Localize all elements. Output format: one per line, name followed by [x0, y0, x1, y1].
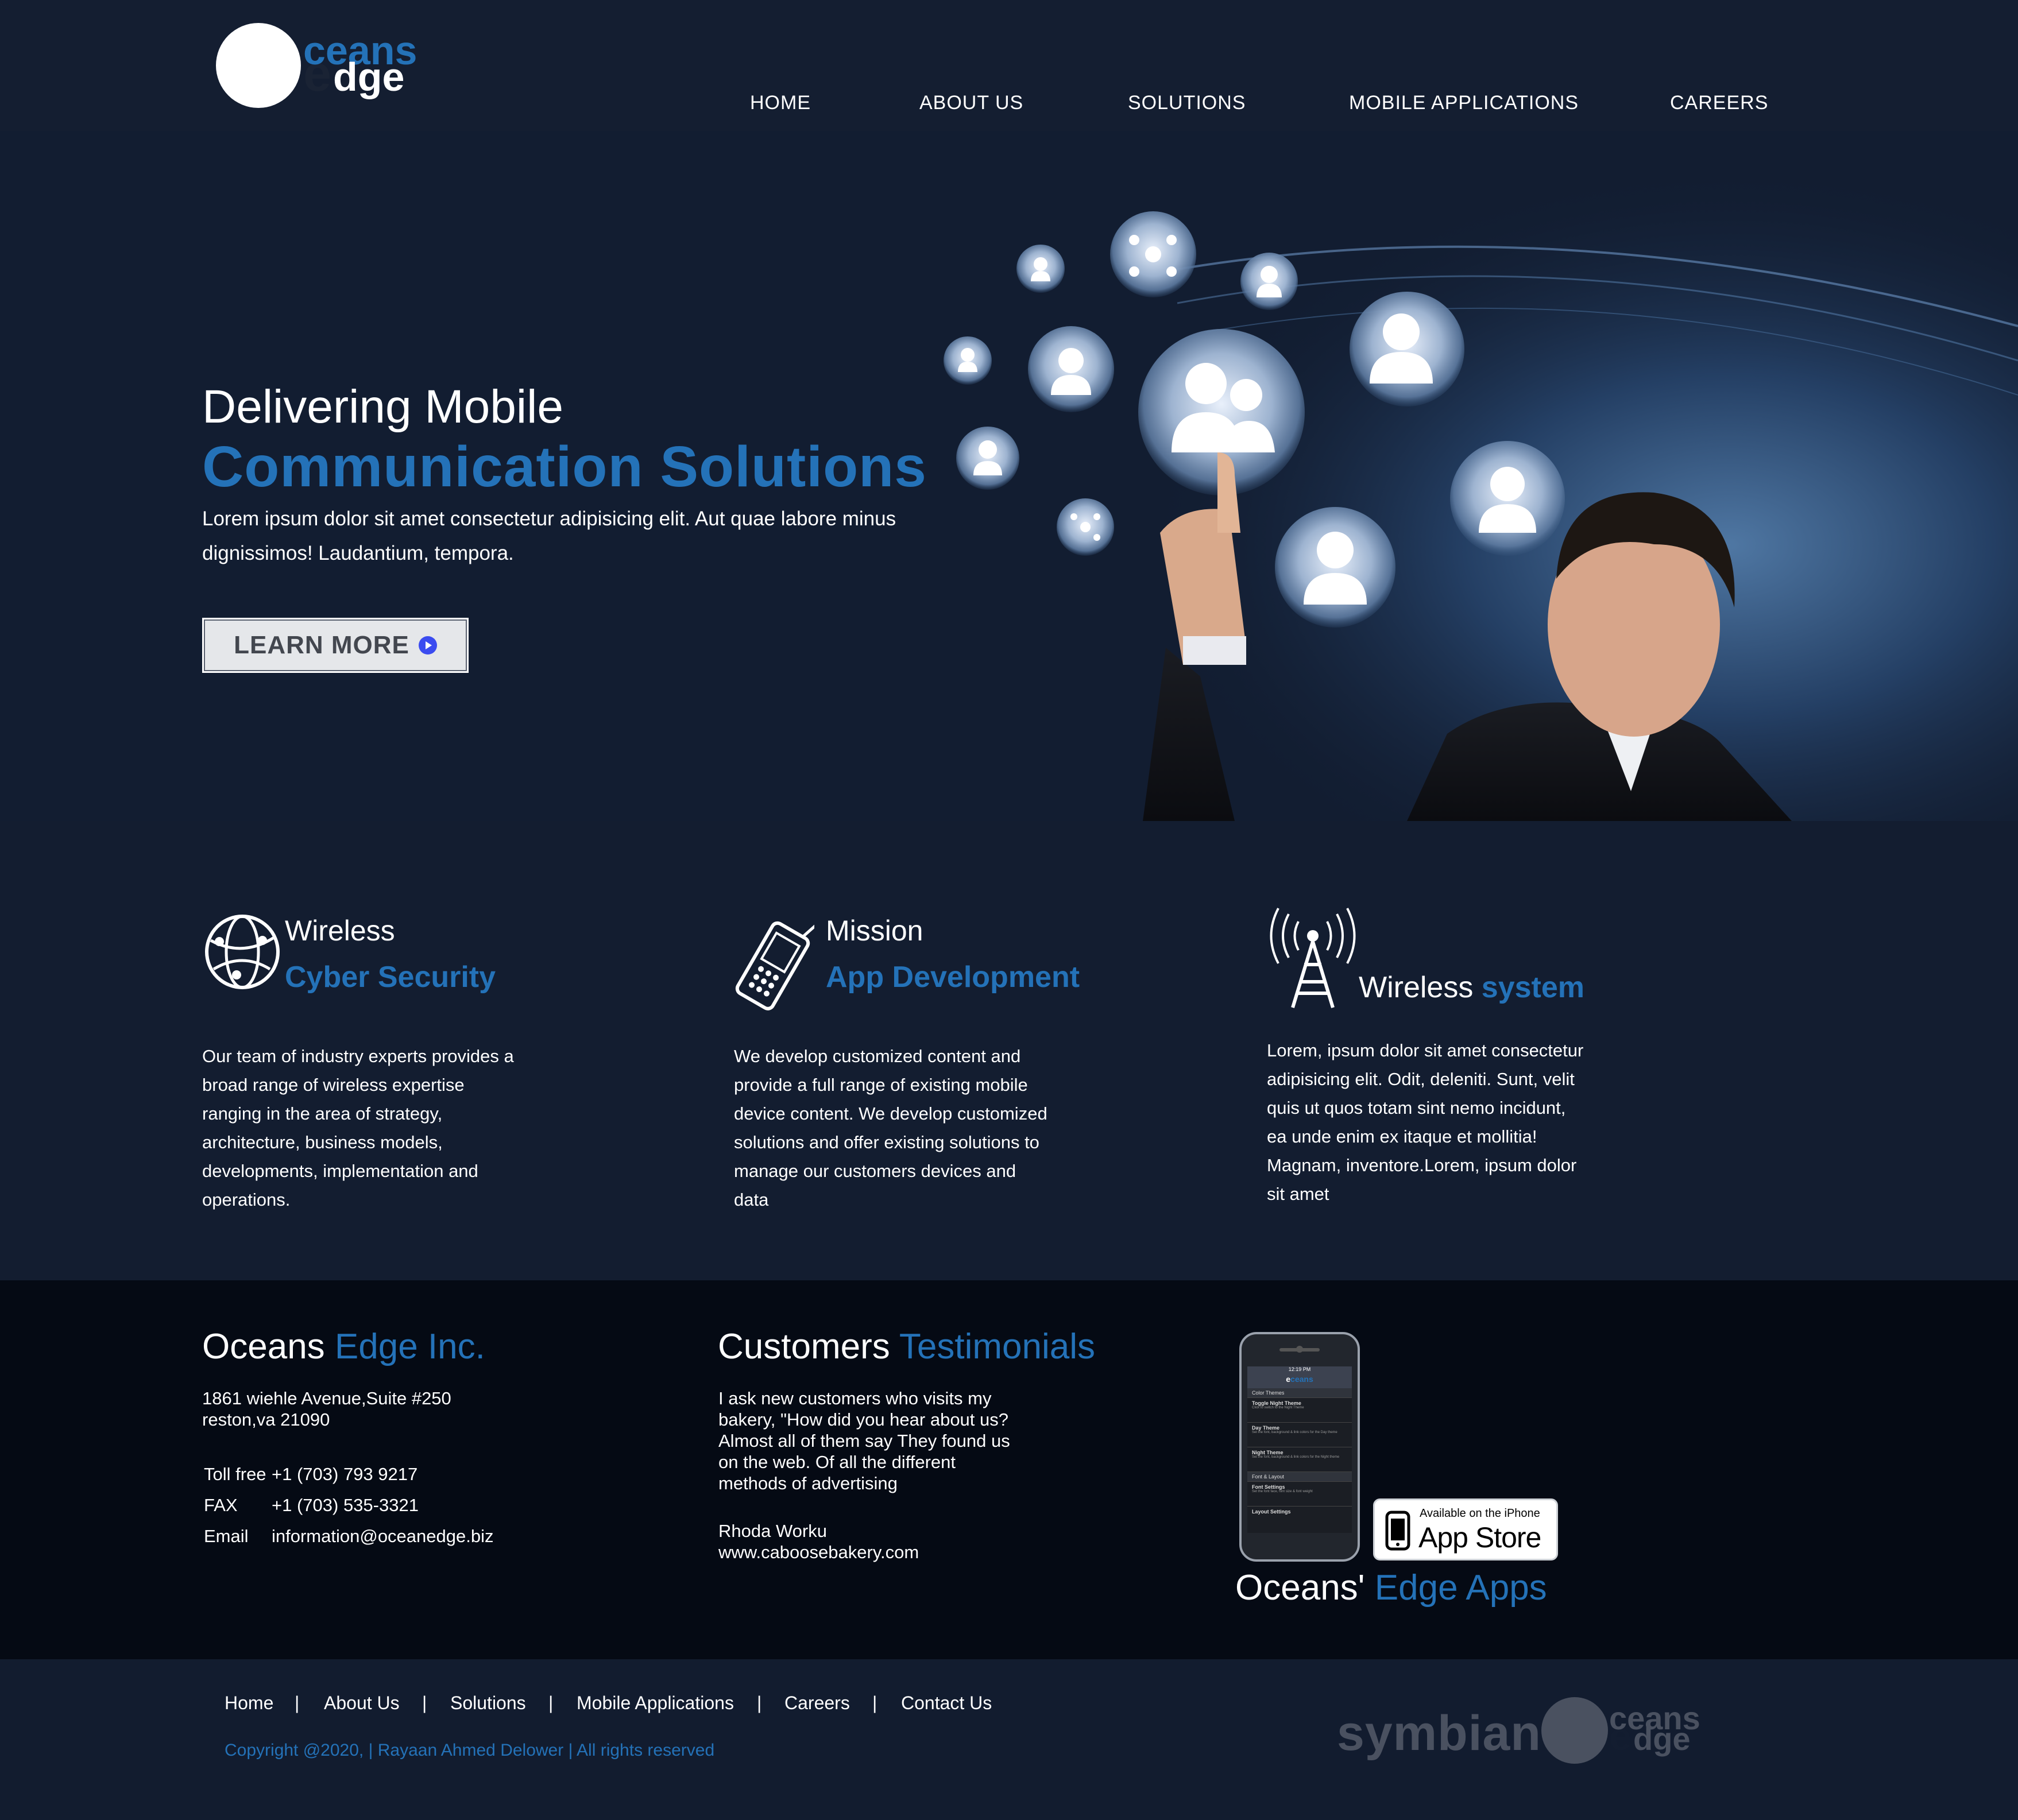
mobile-phone-icon [735, 921, 814, 1010]
feature-description: Our team of industry experts provides a … [202, 1046, 514, 1210]
testimonial-website[interactable]: www.caboosebakery.com [718, 1542, 1120, 1563]
svg-text:dge: dge [1633, 1721, 1691, 1757]
testimonials-heading: Customers Testimonials [718, 1326, 1095, 1367]
testimonial-author: Rhoda Worku [718, 1521, 827, 1541]
testimonials-heading-blue: Testimonials [899, 1327, 1095, 1366]
features-section: Wireless Cyber Security Our team of indu… [0, 821, 2018, 1280]
nav-mobile-applications[interactable]: MOBILE APPLICATIONS [1349, 92, 1579, 114]
apps-heading-white: Oceans' [1235, 1568, 1365, 1608]
phone-menu-item: Day Theme Set the font, background & lin… [1247, 1423, 1352, 1447]
testimonials-heading-white: Customers [718, 1327, 890, 1366]
address-line-2: reston,va 21090 [202, 1409, 330, 1430]
footer-link-solutions[interactable]: Solutions [450, 1693, 526, 1714]
contact-fax: FAX +1 (703) 535-3321 [204, 1495, 419, 1516]
feature-heading: Wireless system [1359, 970, 1584, 1005]
footer-link-about-us[interactable]: About Us [324, 1693, 400, 1714]
phone-menu-item: Toggle Night Theme Click to switch to th… [1247, 1398, 1352, 1423]
symbian-logo[interactable]: symbian [1337, 1705, 1541, 1762]
contact-value: +1 (703) 535-3321 [272, 1495, 419, 1515]
company-heading-blue: Edge Inc. [334, 1327, 485, 1366]
feature-wireless-system: Wireless system Lorem, ipsum dolor sit a… [1267, 907, 1634, 1252]
contact-toll-free: Toll free +1 (703) 793 9217 [204, 1464, 417, 1485]
app-store-badge[interactable]: Available on the iPhone App Store [1373, 1498, 1558, 1560]
phone-menu-item: Color Themes [1247, 1388, 1352, 1398]
feature-title: Mission [826, 915, 923, 947]
testimonial-quote: I ask new customers who visits my bakery… [718, 1388, 1010, 1493]
copyright-text: Copyright @2020, | Rayaan Ahmed Delower … [225, 1741, 715, 1760]
hero-banner: Delivering Mobile Communication Solution… [0, 131, 2018, 821]
feature-description: We develop customized content and provid… [734, 1046, 1047, 1210]
site-footer: Home | About Us | Solutions | Mobile App… [0, 1659, 2018, 1820]
iphone-mockup: 12:19 PM eceans Color Themes Toggle Nigh… [1239, 1332, 1360, 1562]
feature-description: Lorem, ipsum dolor sit amet consectetur … [1267, 1040, 1584, 1204]
app-store-badge-large: App Store [1418, 1521, 1541, 1554]
feature-title: Wireless [285, 915, 395, 947]
globe-icon [205, 915, 280, 989]
footer-separator: | [548, 1693, 554, 1713]
footer-link-contact-us[interactable]: Contact Us [901, 1693, 992, 1714]
footer-separator: | [757, 1693, 762, 1713]
feature-subtitle: Cyber Security [285, 961, 496, 994]
contact-label: FAX [204, 1495, 238, 1515]
main-nav: HOME ABOUT US SOLUTIONS MOBILE APPLICATI… [0, 92, 2018, 126]
nav-about-us[interactable]: ABOUT US [919, 92, 1023, 114]
phone-menu-item: Layout Settings [1252, 1509, 1291, 1515]
contact-value[interactable]: +1 (703) 793 9217 [272, 1464, 417, 1485]
apps-heading-blue: Edge Apps [1374, 1568, 1547, 1608]
iphone-screen: 12:19 PM eceans Color Themes Toggle Nigh… [1247, 1366, 1352, 1533]
nav-solutions[interactable]: SOLUTIONS [1128, 92, 1246, 114]
hero-text: Delivering Mobile Communication Solution… [202, 384, 949, 571]
feature-app-development: Mission App Development We develop custo… [734, 907, 1101, 1252]
feature-subtitle: system [1481, 971, 1585, 1004]
testimonial-attribution: Rhoda Worku www.caboosebakery.com [718, 1520, 1120, 1563]
app-store-badge-small: Available on the iPhone [1420, 1507, 1540, 1520]
phone-menu-item: Font Settings Set the font face, font si… [1247, 1482, 1352, 1507]
footer-separator: | [872, 1693, 877, 1713]
contact-label: Email [204, 1526, 249, 1546]
phone-app-logo: eceans [1286, 1374, 1313, 1384]
phone-menu-item: Font & Layout [1247, 1472, 1352, 1482]
footer-link-mobile-applications[interactable]: Mobile Applications [577, 1693, 734, 1714]
address-line-1: 1861 wiehle Avenue,Suite #250 [202, 1388, 451, 1408]
apps-heading: Oceans' Edge Apps [1235, 1567, 1547, 1608]
phone-status-time: 12:19 PM [1288, 1366, 1311, 1372]
footer-link-careers[interactable]: Careers [784, 1693, 850, 1714]
hero-description: Lorem ipsum dolor sit amet consectetur a… [202, 508, 896, 564]
radio-tower-icon [1270, 908, 1356, 1008]
contact-label: Toll free [204, 1464, 266, 1484]
nav-home[interactable]: HOME [750, 92, 811, 114]
footer-link-home[interactable]: Home [225, 1693, 273, 1714]
feature-cyber-security: Wireless Cyber Security Our team of indu… [202, 907, 558, 1252]
company-address: 1861 wiehle Avenue,Suite #250 reston,va … [202, 1388, 604, 1430]
footer-separator: | [295, 1693, 300, 1713]
company-heading-white: Oceans [202, 1327, 325, 1366]
hero-heading-line1: Delivering Mobile [202, 381, 563, 433]
iphone-badge-icon [1385, 1511, 1410, 1551]
nav-careers[interactable]: CAREERS [1670, 92, 1768, 114]
contact-email: Email information@oceanedge.biz [204, 1526, 494, 1547]
site-header: e ceans dge HOME ABOUT US SOLUTIONS MOBI… [0, 0, 2018, 131]
oceans-edge-footer-logo[interactable]: e ceans dge [1539, 1694, 1711, 1765]
info-section: Oceans Edge Inc. 1861 wiehle Avenue,Suit… [0, 1280, 2018, 1659]
play-circle-icon [418, 636, 437, 655]
learn-more-button[interactable]: LEARN MORE [202, 618, 469, 673]
hero-heading-line2: Communication Solutions [202, 435, 927, 499]
feature-title: Wireless [1359, 971, 1474, 1004]
learn-more-label: LEARN MORE [234, 631, 409, 659]
company-heading: Oceans Edge Inc. [202, 1326, 485, 1367]
phone-menu: Color Themes Toggle Night Theme Click to… [1247, 1388, 1352, 1517]
phone-menu-item: Night Theme Set the font, background & l… [1247, 1447, 1352, 1472]
feature-subtitle: App Development [826, 961, 1080, 994]
footer-separator: | [422, 1693, 427, 1713]
contact-value[interactable]: information@oceanedge.biz [272, 1526, 494, 1547]
